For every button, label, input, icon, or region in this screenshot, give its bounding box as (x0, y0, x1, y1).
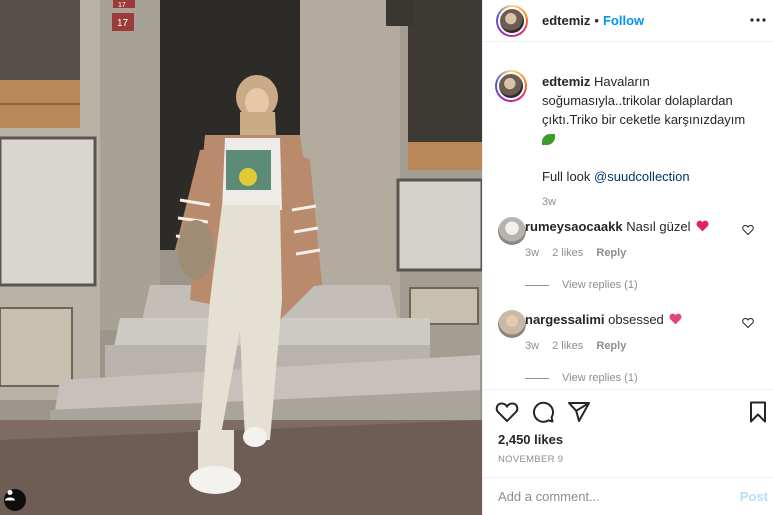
like-heart-icon[interactable] (495, 400, 519, 424)
full-look-label: Full look (542, 169, 591, 184)
caption-username[interactable]: edtemiz (542, 74, 590, 89)
red-heart-icon (696, 220, 709, 232)
door-number: 17 (117, 18, 129, 29)
more-options-icon[interactable] (750, 13, 766, 23)
post-sidebar: edtemiz • Follow edtemiz Havaların soğum… (482, 0, 773, 515)
reply-button[interactable]: Reply (596, 340, 626, 352)
save-bookmark-icon[interactable] (746, 400, 770, 427)
commenter-avatar[interactable] (498, 217, 526, 245)
view-replies-button[interactable]: View replies (1) (525, 279, 638, 291)
comment-time[interactable]: 3w (525, 247, 539, 259)
post-date[interactable]: NOVEMBER 9 (498, 454, 563, 465)
comment-meta: 3w 2 likes Reply (525, 247, 636, 259)
reply-button[interactable]: Reply (596, 247, 626, 259)
action-icons (495, 400, 591, 424)
add-comment-bar: Post (483, 477, 773, 515)
caption-body: edtemiz Havaların soğumasıyla..trikolar … (542, 72, 752, 186)
caption-avatar[interactable] (495, 70, 527, 102)
user-tag-icon[interactable] (4, 489, 26, 511)
likes-count[interactable]: 2,450 likes (498, 432, 563, 447)
comment-username[interactable]: rumeysaocaakk (525, 219, 623, 234)
comment-bubble-icon[interactable] (531, 400, 555, 424)
comment-text: rumeysaocaakk Nasıl güzel (525, 219, 725, 234)
view-replies-button[interactable]: View replies (1) (525, 372, 638, 384)
comment-like-icon[interactable] (742, 317, 754, 329)
comment-username[interactable]: nargessalimi (525, 312, 605, 327)
comment-likes[interactable]: 2 likes (552, 340, 583, 352)
post-dialog: 17 17 edtemiz • Follow edtemiz Havaların… (0, 0, 773, 515)
pink-heart-icon (669, 313, 682, 325)
photo-illustration: 17 17 (0, 0, 482, 515)
post-photo[interactable]: 17 17 (0, 0, 482, 515)
comment-input[interactable] (498, 489, 718, 504)
mention-link[interactable]: @suudcollection (594, 169, 690, 184)
comment-like-icon[interactable] (742, 224, 754, 236)
comment-body: obsessed (608, 312, 664, 327)
comment-text: nargessalimi obsessed (525, 312, 725, 327)
commenter-avatar[interactable] (498, 310, 526, 338)
post-button[interactable]: Post (740, 489, 768, 504)
comment-time[interactable]: 3w (525, 340, 539, 352)
post-header: edtemiz • Follow (483, 0, 773, 42)
caption-time[interactable]: 3w (542, 196, 556, 208)
share-plane-icon[interactable] (567, 400, 591, 424)
leaf-emoji-icon (542, 134, 555, 146)
author-username[interactable]: edtemiz (542, 13, 590, 28)
header-separator: • (594, 13, 599, 28)
door-number-top: 17 (118, 2, 126, 9)
follow-button[interactable]: Follow (603, 13, 644, 28)
post-actions: 2,450 likes NOVEMBER 9 Post (483, 389, 773, 515)
comment-meta: 3w 2 likes Reply (525, 340, 636, 352)
comment-likes[interactable]: 2 likes (552, 247, 583, 259)
author-avatar[interactable] (496, 4, 528, 37)
comment-body: Nasıl güzel (626, 219, 691, 234)
